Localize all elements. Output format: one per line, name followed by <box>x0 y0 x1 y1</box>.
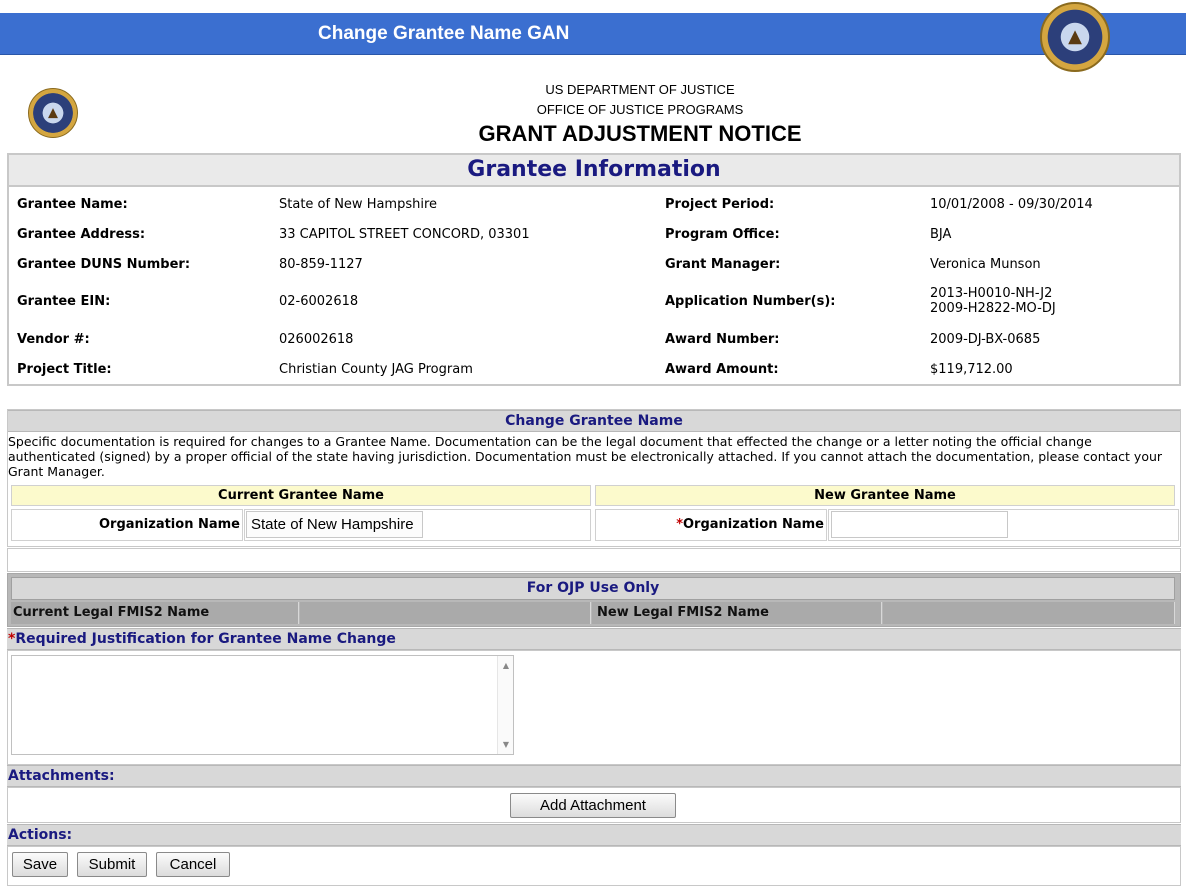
textarea-scrollbar[interactable]: ▲ ▼ <box>497 656 513 754</box>
scroll-up-icon[interactable]: ▲ <box>498 661 514 670</box>
current-org-value-cell: State of New Hampshire <box>244 509 591 541</box>
application-number-2: 2009-H2822-MO-DJ <box>930 301 1056 316</box>
award-number-label: Award Number: <box>665 332 780 347</box>
application-numbers-label: Application Number(s): <box>665 294 836 309</box>
current-org-label-cell: Organization Name <box>11 509 243 541</box>
vendor-label: Vendor #: <box>17 332 90 347</box>
project-title-label: Project Title: <box>17 362 112 377</box>
new-grantee-name-header: New Grantee Name <box>595 485 1175 506</box>
spacer-row <box>7 548 1181 572</box>
save-button[interactable]: Save <box>12 852 68 877</box>
justification-label: Required Justification for Grantee Name … <box>15 631 396 647</box>
project-period-value: 10/01/2008 - 09/30/2014 <box>930 197 1093 212</box>
submit-button[interactable]: Submit <box>77 852 147 877</box>
current-org-name-label: Organization Name <box>99 517 240 532</box>
new-organization-name-input[interactable] <box>831 511 1008 538</box>
actions-heading: Actions: <box>7 824 1181 846</box>
new-org-name-label-wrap: *Organization Name <box>676 517 824 532</box>
new-fmis2-label: New Legal FMIS2 Name <box>592 602 882 624</box>
department-heading: US DEPARTMENT OF JUSTICE <box>545 82 735 97</box>
current-fmis2-value <box>300 602 591 624</box>
change-grantee-name-heading: Change Grantee Name <box>8 410 1180 432</box>
window-title-bar: Change Grantee Name GAN <box>0 13 1186 55</box>
justification-panel: ▲ ▼ <box>7 650 1181 765</box>
award-amount-value: $119,712.00 <box>930 362 1013 377</box>
project-period-label: Project Period: <box>665 197 775 212</box>
duns-label: Grantee DUNS Number: <box>17 257 191 272</box>
vendor-value: 026002618 <box>279 332 354 347</box>
attachments-heading: Attachments: <box>7 765 1181 787</box>
current-fmis2-label: Current Legal FMIS2 Name <box>11 602 299 624</box>
ein-value: 02-6002618 <box>279 294 359 309</box>
cancel-button[interactable]: Cancel <box>156 852 230 877</box>
office-heading: OFFICE OF JUSTICE PROGRAMS <box>536 102 744 117</box>
project-title-value: Christian County JAG Program <box>279 362 473 377</box>
new-org-label-cell: *Organization Name <box>595 509 827 541</box>
grant-manager-label: Grant Manager: <box>665 257 781 272</box>
window-title: Change Grantee Name GAN <box>318 23 570 44</box>
new-org-value-cell <box>828 509 1179 541</box>
change-grantee-name-panel: Change Grantee Name Specific documentati… <box>7 409 1181 547</box>
ojp-use-only-panel: For OJP Use Only Current Legal FMIS2 Nam… <box>7 573 1181 627</box>
grantee-name-value: State of New Hampshire <box>279 197 438 212</box>
grantee-name-label: Grantee Name: <box>17 197 128 212</box>
grantee-address-label: Grantee Address: <box>17 227 146 242</box>
grant-manager-value: Veronica Munson <box>930 257 1041 272</box>
program-office-value: BJA <box>930 227 952 242</box>
new-org-name-label: Organization Name <box>683 517 824 532</box>
attachments-panel: Add Attachment <box>7 787 1181 823</box>
grantee-address-value: 33 CAPITOL STREET CONCORD, 03301 <box>279 227 530 242</box>
current-organization-name-field: State of New Hampshire <box>246 511 423 538</box>
ein-label: Grantee EIN: <box>17 294 111 309</box>
grantee-information-heading: Grantee Information <box>9 155 1179 187</box>
award-amount-label: Award Amount: <box>665 362 779 377</box>
justification-textarea[interactable]: ▲ ▼ <box>11 655 514 755</box>
current-grantee-name-header: Current Grantee Name <box>11 485 591 506</box>
scroll-down-icon[interactable]: ▼ <box>498 740 514 749</box>
fmis2-row: Current Legal FMIS2 Name New Legal FMIS2… <box>8 602 1180 624</box>
add-attachment-button[interactable]: Add Attachment <box>510 793 676 818</box>
required-asterisk: * <box>676 517 683 532</box>
actions-panel: Save Submit Cancel <box>7 846 1181 886</box>
program-office-label: Program Office: <box>665 227 780 242</box>
notice-title: GRANT ADJUSTMENT NOTICE <box>478 121 802 146</box>
documentation-instructions: Specific documentation is required for c… <box>8 434 1163 479</box>
doj-seal-logo: ▲ <box>1040 2 1110 72</box>
ojp-use-only-heading: For OJP Use Only <box>11 577 1175 600</box>
justification-heading: *Required Justification for Grantee Name… <box>7 628 1181 650</box>
award-number-value: 2009-DJ-BX-0685 <box>930 332 1041 347</box>
application-number-1: 2013-H0010-NH-J2 <box>930 286 1053 301</box>
grantee-information-panel: Grantee Information Grantee Name: State … <box>7 153 1181 386</box>
new-fmis2-value <box>883 602 1175 624</box>
duns-value: 80-859-1127 <box>279 257 363 272</box>
